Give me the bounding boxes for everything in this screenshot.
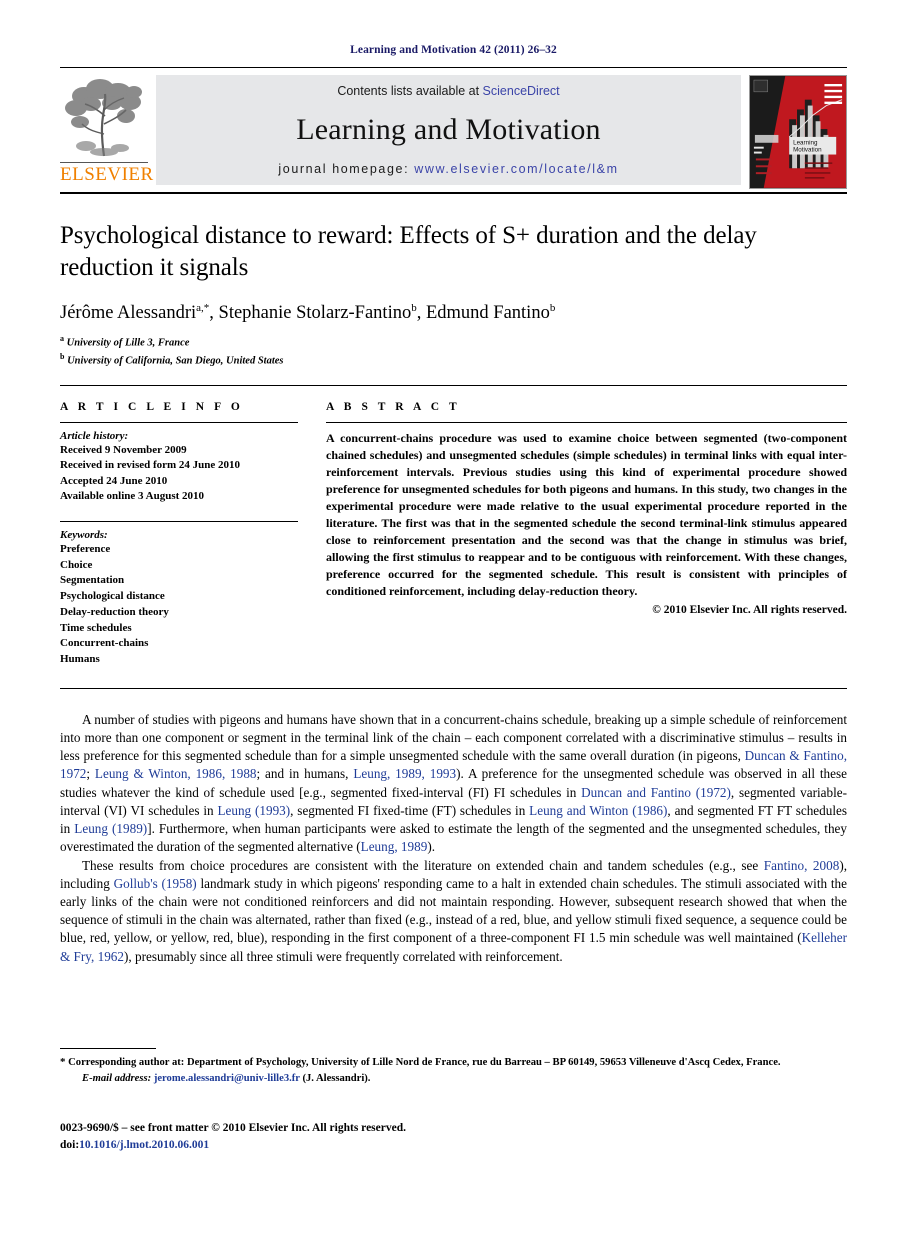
elsevier-logo: ELSEVIER (60, 75, 154, 185)
keyword-item: Preference (60, 543, 111, 556)
footnote-block: * Corresponding author at: Department of… (60, 1048, 847, 1084)
homepage-prefix: journal homepage: (278, 162, 415, 176)
keyword-item: Choice (60, 558, 93, 571)
abstract-copyright: © 2010 Elsevier Inc. All rights reserved… (652, 603, 847, 616)
email-note: E-mail address: jerome.alessandri@univ-l… (60, 1073, 847, 1084)
author-name: Jérôme Alessandri (60, 303, 197, 324)
corresponding-author-marker: * (60, 1056, 66, 1068)
para2-seg: These results from choice procedures are… (82, 857, 764, 873)
footnote-rule (60, 1048, 156, 1049)
keywords-label: Keywords: (60, 529, 108, 542)
colophon: 0023-9690/$ – see front matter © 2010 El… (60, 1120, 406, 1153)
affiliation-text: University of Lille 3, France (66, 337, 190, 349)
sciencedirect-link[interactable]: ScienceDirect (483, 84, 560, 98)
citation-link[interactable]: Leung & Winton, 1986, 1988 (95, 766, 257, 781)
citation-link[interactable]: Leung, 1989, 1993 (353, 766, 456, 781)
front-matter-line: 0023-9690/$ – see front matter © 2010 El… (60, 1122, 406, 1134)
doi-link[interactable]: 10.1016/j.lmot.2010.06.001 (79, 1139, 209, 1151)
doi-label: doi: (60, 1138, 80, 1151)
history-item: Accepted 24 June 2010 (60, 474, 168, 487)
abstract-text: A concurrent-chains procedure was used t… (326, 430, 847, 598)
affiliation-text: University of California, San Diego, Uni… (67, 355, 284, 367)
journal-title: Learning and Motivation (296, 113, 601, 146)
email-link[interactable]: jerome.alessandri@univ-lille3.fr (154, 1073, 300, 1084)
elsevier-tree-icon (60, 76, 148, 162)
journal-homepage-link[interactable]: www.elsevier.com/locate/l&m (414, 162, 618, 176)
journal-band: Contents lists available at ScienceDirec… (156, 75, 741, 185)
svg-text:Motivation: Motivation (793, 147, 822, 154)
elsevier-wordmark: ELSEVIER (60, 162, 154, 185)
abstract-rule (326, 421, 847, 423)
journal-masthead: ELSEVIER Contents lists available at Sci… (60, 67, 847, 189)
history-item: Received 9 November 2009 (60, 443, 187, 456)
citation-link[interactable]: Fantino, 2008 (764, 858, 840, 873)
author-list: Jérôme Alessandria,*, Stephanie Stolarz-… (60, 302, 556, 324)
title-block: Psychological distance to reward: Effect… (60, 220, 847, 369)
citation-link[interactable]: Leung, 1989 (361, 839, 428, 854)
keyword-item: Delay-reduction theory (60, 605, 169, 618)
author-marks: b (411, 302, 417, 314)
paper-page: Learning and Motivation 42 (2011) 26–32 (0, 0, 907, 1238)
email-suffix: (J. Alessandri). (302, 1072, 371, 1084)
para1-seg: ; (86, 766, 95, 782)
keyword-item: Segmentation (60, 574, 125, 587)
para1-seg: ; and in humans, (256, 766, 354, 782)
citation-link[interactable]: Duncan and Fantino (1972) (581, 785, 731, 800)
affiliation-mark: a (60, 334, 64, 344)
page-title: Psychological distance to reward: Effect… (60, 222, 757, 281)
corresponding-author-note: * Corresponding author at: Department of… (60, 1055, 847, 1071)
keyword-item: Humans (60, 653, 100, 666)
keyword-item: Time schedules (60, 621, 132, 634)
para1-seg: ). (427, 839, 436, 855)
body-paragraph-1: A number of studies with pigeons and hum… (60, 711, 847, 857)
running-head: Learning and Motivation 42 (2011) 26–32 (350, 44, 557, 56)
body-text: A number of studies with pigeons and hum… (60, 711, 847, 966)
citation-link[interactable]: Leung and Winton (1986) (529, 803, 667, 818)
abstract-heading: A B S T R A C T (326, 400, 461, 413)
author-name: Edmund Fantino (425, 303, 550, 324)
keyword-item: Psychological distance (60, 590, 165, 603)
affiliation: a University of Lille 3, France (60, 333, 847, 351)
para1-seg: , segmented FI fixed-time (FT) schedules… (290, 802, 530, 818)
info-abstract-columns: A R T I C L E I N F O Article history: R… (60, 401, 847, 668)
citation-link[interactable]: Gollub's (1958) (114, 876, 197, 891)
abstract-bottom-rule (60, 687, 847, 689)
para1-seg: A number of studies with pigeons and hum… (60, 711, 847, 764)
affiliation: b University of California, San Diego, U… (60, 351, 847, 369)
keyword-item: Concurrent-chains (60, 637, 149, 650)
doi-line: doi:10.1016/j.lmot.2010.06.001 (60, 1137, 406, 1154)
citation-link[interactable]: Leung (1993) (217, 803, 290, 818)
journal-cover-thumbnail[interactable]: Learning Motivation (749, 75, 847, 189)
para2-seg: ), presumably since all three stimuli we… (124, 948, 563, 964)
para1-seg: ]. Furthermore, when human participants … (60, 821, 848, 855)
history-item: Available online 3 August 2010 (60, 490, 205, 503)
contents-prefix: Contents lists available at (337, 84, 483, 98)
title-bottom-rule (60, 384, 847, 386)
history-item: Received in revised form 24 June 2010 (60, 459, 241, 472)
author-name: Stephanie Stolarz-Fantino (218, 303, 412, 324)
article-info-rule (60, 421, 298, 423)
affiliation-mark: b (60, 351, 65, 361)
author-marks: a,* (196, 302, 210, 314)
abstract-column: A B S T R A C T A concurrent-chains proc… (326, 401, 847, 668)
keywords-rule (60, 521, 298, 523)
citation-link[interactable]: Leung (1989) (74, 821, 147, 836)
contents-available-line: Contents lists available at ScienceDirec… (337, 84, 559, 98)
email-label: E-mail address: (82, 1072, 152, 1084)
corresponding-author-text: Corresponding author at: Department of P… (68, 1057, 781, 1068)
article-info-heading: A R T I C L E I N F O (60, 400, 244, 413)
author-marks: b (549, 302, 556, 314)
article-info-column: A R T I C L E I N F O Article history: R… (60, 401, 298, 668)
article-history-block: Article history: Received 9 November 200… (60, 430, 298, 505)
article-history-label: Article history: (60, 429, 129, 442)
journal-homepage-line: journal homepage: www.elsevier.com/locat… (278, 162, 618, 176)
body-paragraph-2: These results from choice procedures are… (60, 857, 847, 966)
masthead-bottom-rule (60, 192, 847, 194)
